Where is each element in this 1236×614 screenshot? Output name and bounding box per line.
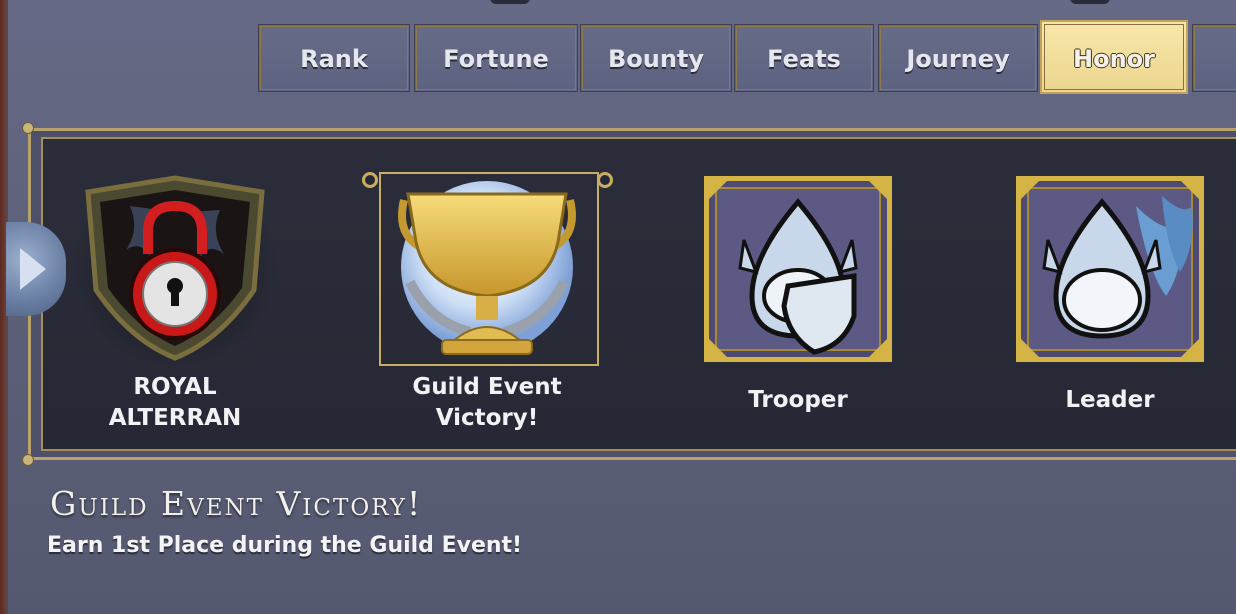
tab-rank[interactable]: Rank: [258, 24, 410, 92]
arrow-left-icon: [20, 248, 46, 290]
achievement-label: Leader: [1065, 387, 1155, 413]
tab-bounty[interactable]: Bounty: [580, 24, 732, 92]
achievement-label: Trooper: [748, 387, 848, 413]
panel-corner-ornament: [22, 122, 34, 134]
tab-feats[interactable]: Feats: [734, 24, 874, 92]
achievement-royal-alterran[interactable]: ROYAL ALTERRAN: [70, 170, 280, 440]
locked-shield-icon: [71, 172, 279, 368]
helmet-flames-icon: [1015, 175, 1205, 363]
achievement-guild-event-victory[interactable]: Guild Event Victory!: [380, 172, 594, 437]
tab-fortune[interactable]: Fortune: [414, 24, 578, 92]
achievement-trooper[interactable]: Trooper: [703, 175, 893, 426]
frame-scroll-ornament: [597, 172, 613, 188]
achievement-label: ROYAL ALTERRAN: [108, 374, 242, 431]
tab-next-partial[interactable]: [1192, 24, 1236, 92]
gold-trophy-icon: [398, 181, 576, 355]
achievement-description: Earn 1st Place during the Guild Event!: [47, 533, 523, 558]
achievement-title: Guild Event Victory!: [50, 484, 423, 523]
helmet-shield-icon: [703, 175, 893, 363]
tab-journey[interactable]: Journey: [878, 24, 1038, 92]
tab-honor[interactable]: Honor: [1040, 20, 1188, 94]
frame-scroll-ornament: [362, 172, 378, 188]
achievement-label: Guild Event Victory!: [412, 374, 562, 431]
top-ornaments: [490, 0, 1110, 6]
panel-corner-ornament: [22, 454, 34, 466]
achievement-leader[interactable]: Leader: [1015, 175, 1205, 426]
